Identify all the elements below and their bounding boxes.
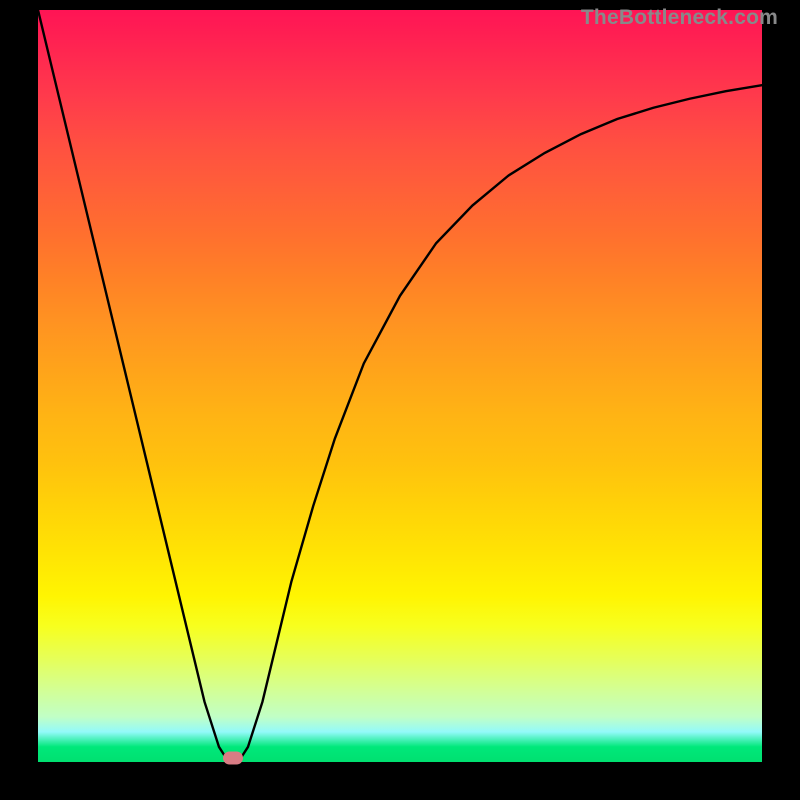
bottleneck-curve-path [38,10,762,762]
optimum-marker [223,752,243,765]
chart-frame: TheBottleneck.com [0,0,800,800]
plot-area [38,10,762,762]
watermark-text: TheBottleneck.com [581,6,778,30]
bottleneck-curve-svg [38,10,762,762]
